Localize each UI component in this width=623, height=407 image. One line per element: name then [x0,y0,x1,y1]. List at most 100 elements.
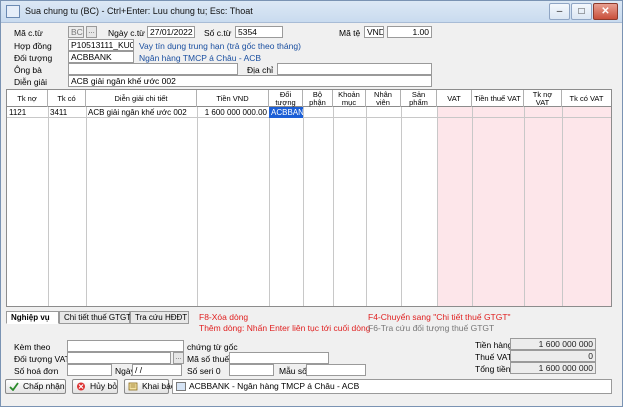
window-title: Sua chung tu (BC) - Ctrl+Enter: Luu chun… [25,6,253,16]
grid-divider [562,107,563,306]
col-header-nhan-vien[interactable]: Nhân viên [366,90,401,107]
hint-add-line: Thêm dòng: Nhấn Enter liên tục tới cuối … [199,323,371,333]
col-header-tk-co[interactable]: Tk có [48,90,86,107]
table-row[interactable]: 1121 3411 ACB giải ngân khế ước 002 1 60… [7,107,611,118]
grid-divider [333,107,334,306]
tien-hang-value: 1 600 000 000 [510,338,596,350]
col-header-bo-phan[interactable]: Bộ phận [303,90,333,107]
grid-divider [86,107,87,306]
declare-button-label: Khai báo [142,381,176,391]
ma-so-thue-label: Mã số thuế [187,354,230,364]
action-bar: Chấp nhận Hủy bỏ Khai báo ACBBANK - Ngân… [1,375,622,406]
hint-f4: F4-Chuyển sang "Chi tiết thuế GTGT" [368,312,511,322]
cell-tien-vnd[interactable]: 1 600 000 000.00 [197,107,269,118]
cell-nhan-vien[interactable] [366,107,401,118]
ma-te-label: Mã tệ [339,28,361,38]
doi-tuong-field[interactable]: ACBBANK [68,51,134,63]
grid-divider [472,107,473,306]
doi-tuong-vat-lookup-button[interactable]: … [173,352,184,364]
ong-ba-label: Ông bà [14,65,42,75]
grid-divider [303,107,304,306]
col-header-vat[interactable]: VAT [437,90,472,107]
voucher-edit-window: Sua chung tu (BC) - Ctrl+Enter: Luu chun… [0,0,623,407]
cell-san-pham[interactable] [401,107,437,118]
close-button[interactable]: ✕ [593,3,618,20]
ong-ba-field[interactable] [68,63,238,75]
doi-tuong-vat-field[interactable] [67,352,171,364]
ty-gia-field[interactable]: 1.00 [387,26,432,38]
maximize-button[interactable]: □ [571,3,592,20]
cell-doi-tuong[interactable]: ACBBAN [269,107,303,118]
cell-khoan-muc[interactable] [333,107,366,118]
grid-divider [48,107,49,306]
cell-dien-giai[interactable]: ACB giải ngân khế ước 002 [86,107,197,118]
ngay-ct-field[interactable]: 27/01/2022 [147,26,195,38]
col-header-khoan-muc[interactable]: Khoản mục [333,90,366,107]
status-text: ACBBANK - Ngân hàng TMCP á Châu - ACB [189,381,360,391]
cell-tk-no-vat[interactable] [524,107,562,118]
col-header-tk-no-vat[interactable]: Tk nợ VAT [524,90,562,107]
bank-icon [176,382,186,391]
col-header-dien-giai[interactable]: Diễn giải chi tiết [86,90,197,107]
ma-so-thue-field[interactable] [229,352,329,364]
hint-f6: F6-Tra cứu đối tượng thuế GTGT [368,323,495,333]
hop-dong-field[interactable]: P10513111_KU02 [68,39,134,51]
grid-divider [524,107,525,306]
cancel-icon [77,382,85,391]
hop-dong-label: Hợp đồng [14,41,52,51]
col-header-san-pham[interactable]: Sản phẩm [401,90,437,107]
ma-ct-dropdown-button[interactable]: … [86,26,97,38]
minimize-button[interactable]: – [549,3,570,20]
declare-button[interactable]: Khai báo [124,379,176,394]
tong-tien-label: Tổng tiền [475,364,511,374]
grid-divider [197,107,198,306]
entry-grid[interactable]: Tk nợ Tk có Diễn giải chi tiết Tiền VND … [6,89,612,307]
grid-divider [366,107,367,306]
declare-icon [128,382,138,391]
col-header-tien-thue-vat[interactable]: Tiền thuế VAT [472,90,524,107]
grid-divider [401,107,402,306]
col-header-doi-tuong[interactable]: Đối tượng [269,90,303,107]
grid-divider [437,107,438,306]
thue-vat-label: Thuế VAT [475,352,513,362]
cell-bo-phan[interactable] [303,107,333,118]
hop-dong-description: Vay tín dụng trung hạn (trả gốc theo thá… [139,41,301,51]
tab-nghiep-vu[interactable]: Nghiệp vụ [6,311,59,324]
doi-tuong-description: Ngân hàng TMCP á Châu - ACB [139,53,262,63]
so-ct-label: Số c.từ [204,28,232,38]
cancel-button[interactable]: Hủy bỏ [72,379,118,394]
tab-tra-cuu-hddt[interactable]: Tra cứu HĐĐT [130,311,189,324]
so-ct-field[interactable]: 5354 [235,26,283,38]
ma-ct-label: Mã c.từ [14,28,43,38]
col-header-tk-co-vat[interactable]: Tk có VAT [562,90,611,107]
ngay-ct-label: Ngày c.từ [108,28,145,38]
kem-theo-label: Kèm theo [14,342,51,352]
dia-chi-field[interactable] [277,63,432,75]
dia-chi-label: Địa chỉ [247,65,273,75]
cell-tien-thue-vat[interactable] [472,107,524,118]
status-bar: ACBBANK - Ngân hàng TMCP á Châu - ACB [172,379,612,394]
grid-divider [269,107,270,306]
app-icon [6,5,20,18]
kem-theo-field[interactable] [67,340,184,352]
col-header-tk-no[interactable]: Tk nợ [7,90,48,107]
cell-tk-no[interactable]: 1121 [7,107,48,118]
doi-tuong-label: Đối tượng [14,53,53,63]
accept-button[interactable]: Chấp nhận [5,379,66,394]
cell-vat[interactable] [437,107,472,118]
accept-button-label: Chấp nhận [23,381,65,391]
dien-giai-label: Diễn giải [14,77,48,87]
doi-tuong-vat-label: Đối tượng VAT [14,354,70,364]
ma-te-field[interactable]: VND [364,26,384,38]
cell-tk-co-vat[interactable] [562,107,611,118]
cell-tk-co[interactable]: 3411 [48,107,86,118]
col-header-tien-vnd[interactable]: Tiền VND [197,90,269,107]
thue-vat-value: 0 [510,350,596,362]
ma-ct-field[interactable]: BC [68,26,84,38]
tong-tien-value: 1 600 000 000 [510,362,596,374]
dien-giai-field[interactable]: ACB giải ngân khế ước 002 [68,75,432,87]
cancel-button-label: Hủy bỏ [90,381,117,391]
tab-chi-tiet-thue-gtgt[interactable]: Chi tiết thuế GTGT [59,311,131,324]
title-bar: Sua chung tu (BC) - Ctrl+Enter: Luu chun… [1,1,622,23]
hint-f8-delete-line: F8-Xóa dòng [199,312,249,322]
